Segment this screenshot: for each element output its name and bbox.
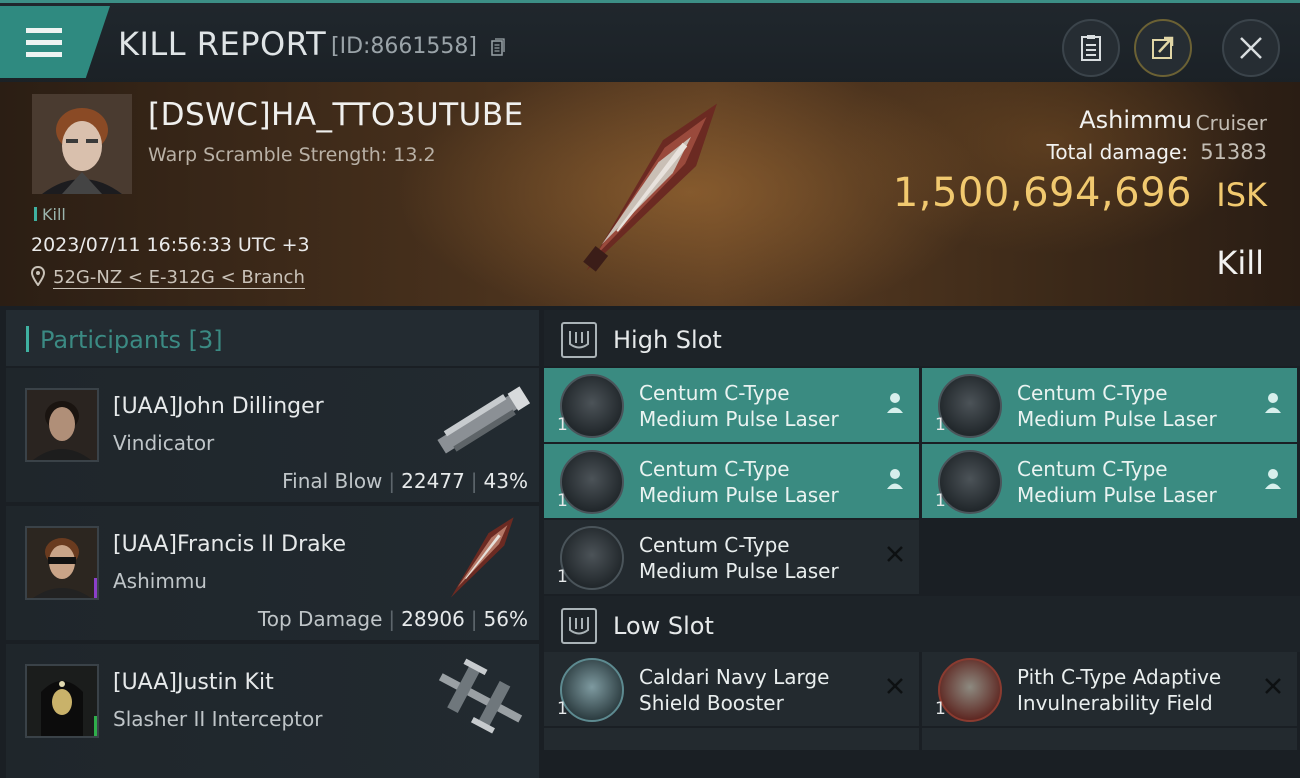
victim-ship-name[interactable]: Ashimmu xyxy=(1079,106,1192,134)
warp-scramble-strength: Warp Scramble Strength: 13.2 xyxy=(148,144,436,166)
module-quantity: 1 xyxy=(935,699,946,719)
module-item[interactable] xyxy=(544,728,919,750)
module-item[interactable]: 1 Centum C-Type Medium Pulse Laser xyxy=(922,444,1297,518)
participant-ship: Ashimmu xyxy=(113,569,207,593)
destroyed-x-icon xyxy=(1265,678,1281,694)
module-item[interactable] xyxy=(922,728,1297,750)
module-item[interactable]: 1 Caldari Navy Large Shield Booster xyxy=(544,652,919,726)
laser-module-icon xyxy=(560,526,624,590)
menu-button[interactable] xyxy=(0,6,110,78)
module-item[interactable]: 1 Centum C-Type Medium Pulse Laser xyxy=(922,368,1297,442)
participant-badge: ★ xyxy=(94,716,97,736)
participant-ship-image xyxy=(450,517,514,598)
module-name: Centum C-Type Medium Pulse Laser xyxy=(1017,381,1217,431)
report-id: [ID:8661558] xyxy=(331,34,477,59)
laser-module-icon xyxy=(938,374,1002,438)
laser-module-icon xyxy=(938,450,1002,514)
participant-name[interactable]: [UAA]John Dillinger xyxy=(113,394,324,419)
participant-portrait[interactable]: ★ xyxy=(25,664,99,738)
module-name: Centum C-Type Medium Pulse Laser xyxy=(639,457,839,507)
fitting-panel: High Slot 1 Centum C-Type Medium Pulse La… xyxy=(544,310,1300,750)
participant-row[interactable]: i [UAA]Francis II Drake Ashimmu Top Dama… xyxy=(6,506,539,640)
participant-badge: i xyxy=(94,578,97,598)
participants-title: Participants [3] xyxy=(40,326,223,354)
page-title: KILL REPORT xyxy=(118,25,327,63)
kill-result: Kill xyxy=(1216,244,1264,282)
participant-ship-image xyxy=(437,386,531,454)
laser-module-icon xyxy=(560,450,624,514)
module-quantity: 1 xyxy=(557,699,568,719)
participants-panel: Participants [3] [UAA]John Dillinger Vin… xyxy=(6,310,539,778)
isk-unit: ISK xyxy=(1216,176,1267,214)
clipboard-button[interactable] xyxy=(1062,19,1120,77)
invulnerability-field-icon xyxy=(938,658,1002,722)
total-damage-value: 51383 xyxy=(1200,140,1267,164)
dropped-person-icon xyxy=(1265,393,1281,413)
dropped-person-icon xyxy=(887,393,903,413)
shield-booster-icon xyxy=(560,658,624,722)
laser-module-icon xyxy=(560,374,624,438)
participant-row[interactable]: [UAA]John Dillinger Vindicator Final Blo… xyxy=(6,368,539,502)
participant-ship-image xyxy=(438,658,523,734)
module-item[interactable]: 1 Centum C-Type Medium Pulse Laser xyxy=(544,368,919,442)
share-icon xyxy=(1152,36,1174,59)
participant-portrait[interactable] xyxy=(25,388,99,462)
participant-name[interactable]: [UAA]Justin Kit xyxy=(113,670,274,695)
title-bar: KILL REPORT [ID:8661558] xyxy=(0,0,1300,85)
module-name: Centum C-Type Medium Pulse Laser xyxy=(639,533,839,583)
close-icon xyxy=(1240,37,1262,59)
victim-summary: [DSWC]HA_TTO3UTUBE Warp Scramble Strengt… xyxy=(0,82,1300,306)
dropped-person-icon xyxy=(1265,469,1281,489)
module-quantity: 1 xyxy=(935,415,946,435)
low-slot-title: Low Slot xyxy=(613,612,714,640)
victim-pilot-name[interactable]: [DSWC]HA_TTO3UTUBE xyxy=(148,97,524,133)
participants-header: Participants [3] xyxy=(6,310,539,366)
victim-portrait[interactable] xyxy=(32,94,132,194)
participant-stats: Top Damage | 28906 | 56% xyxy=(257,607,528,631)
module-name: Caldari Navy Large Shield Booster xyxy=(639,665,830,715)
module-quantity: 1 xyxy=(557,491,568,511)
hamburger-menu-icon xyxy=(26,28,62,58)
dropped-person-icon xyxy=(887,469,903,489)
location-link[interactable]: 52G-NZ < E-312G < Branch xyxy=(53,267,305,289)
high-slot-icon xyxy=(561,322,597,358)
module-quantity: 1 xyxy=(935,491,946,511)
high-slot-title: High Slot xyxy=(613,326,722,354)
module-item[interactable]: 1 Pith C-Type Adaptive Invulnerability Fi… xyxy=(922,652,1297,726)
high-slot-header: High Slot xyxy=(544,310,1300,366)
participant-portrait[interactable]: i xyxy=(25,526,99,600)
module-name: Pith C-Type Adaptive Invulnerability Fiel… xyxy=(1017,665,1222,715)
victim-ship-class: Cruiser xyxy=(1195,111,1267,135)
share-button[interactable] xyxy=(1134,19,1192,77)
isk-value: 1,500,694,696 xyxy=(892,170,1192,216)
copy-icon[interactable] xyxy=(491,38,505,56)
module-name: Centum C-Type Medium Pulse Laser xyxy=(639,381,839,431)
low-slot-icon xyxy=(561,608,597,644)
location-pin-icon xyxy=(31,266,45,286)
participant-name[interactable]: [UAA]Francis II Drake xyxy=(113,532,346,557)
module-item[interactable]: 1 Centum C-Type Medium Pulse Laser xyxy=(544,520,919,594)
low-slot-header: Low Slot xyxy=(544,596,1300,652)
module-item[interactable]: 1 Centum C-Type Medium Pulse Laser xyxy=(544,444,919,518)
module-name: Centum C-Type Medium Pulse Laser xyxy=(1017,457,1217,507)
close-button[interactable] xyxy=(1222,19,1280,77)
participant-stats: Final Blow | 22477 | 43% xyxy=(282,469,528,493)
participant-ship: Slasher II Interceptor xyxy=(113,707,323,731)
destroyed-x-icon xyxy=(887,546,903,562)
victim-ship-image[interactable] xyxy=(540,86,770,296)
kill-type-tag: Kill xyxy=(34,205,66,224)
total-damage-label: Total damage: xyxy=(1046,140,1189,164)
module-quantity: 1 xyxy=(557,567,568,587)
participant-row[interactable]: ★ [UAA]Justin Kit Slasher II Interceptor xyxy=(6,644,539,778)
destroyed-x-icon xyxy=(887,678,903,694)
module-quantity: 1 xyxy=(557,415,568,435)
participant-ship: Vindicator xyxy=(113,431,215,455)
kill-datetime: 2023/07/11 16:56:33 UTC +3 xyxy=(31,234,310,256)
clipboard-icon xyxy=(1081,35,1101,61)
